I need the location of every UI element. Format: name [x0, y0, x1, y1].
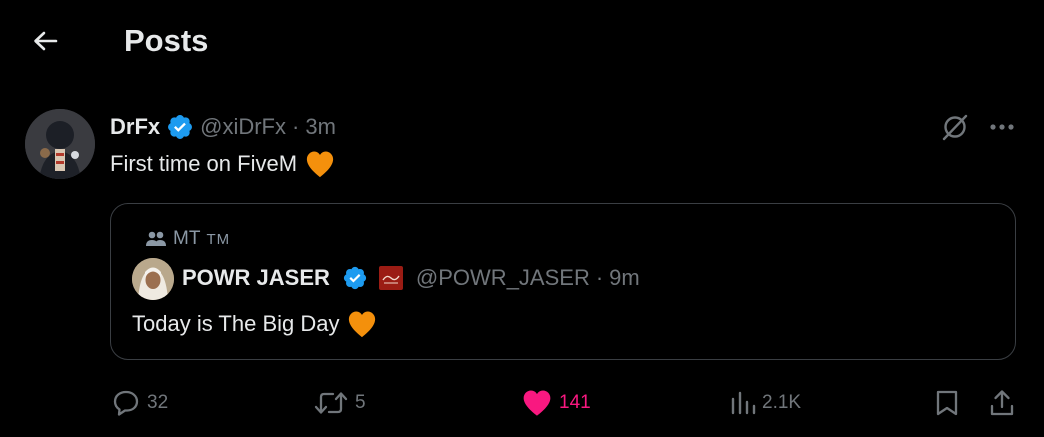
- verified-badge-icon: [168, 115, 193, 139]
- view-count: 2.1K: [762, 392, 802, 413]
- share-button[interactable]: [988, 388, 1016, 418]
- more-options-button[interactable]: [985, 113, 1019, 141]
- reply-icon: [113, 390, 139, 416]
- post-time[interactable]: 3m: [305, 114, 336, 140]
- community-icon: [146, 231, 166, 246]
- community-label[interactable]: MT TM: [145, 228, 230, 250]
- reply-button[interactable]: 32: [111, 388, 168, 418]
- like-button[interactable]: 141: [521, 388, 591, 418]
- page-title: Posts: [124, 23, 209, 58]
- heart-filled-icon: [523, 390, 551, 416]
- grok-button[interactable]: [940, 112, 970, 142]
- more-horizontal-icon: [990, 124, 1014, 130]
- back-button[interactable]: [30, 28, 60, 54]
- author-handle[interactable]: @xiDrFx: [200, 114, 286, 140]
- quoted-post-text: Today is The Big Day: [132, 311, 340, 336]
- quoted-avatar[interactable]: [132, 258, 174, 300]
- grok-icon: [942, 114, 968, 141]
- community-name: MT: [173, 228, 201, 249]
- arrow-left-icon: [34, 31, 58, 51]
- reply-count: 32: [147, 392, 169, 413]
- separator-dot: ·: [292, 114, 300, 139]
- avatar-image: [25, 109, 95, 179]
- bookmark-button[interactable]: [934, 388, 960, 418]
- quoted-avatar-image: [132, 258, 174, 300]
- bookmark-icon: [936, 390, 958, 416]
- verified-badge-icon: [343, 266, 367, 290]
- orange-heart-icon: [349, 311, 376, 338]
- orange-heart-icon: [306, 151, 334, 178]
- quoted-author-name[interactable]: POWR JASER: [182, 265, 330, 291]
- post-text: First time on FiveM: [110, 151, 298, 176]
- author-name[interactable]: DrFx: [110, 114, 160, 140]
- analytics-icon: [731, 391, 756, 415]
- community-suffix: TM: [206, 230, 231, 248]
- quoted-post-time[interactable]: 9m: [609, 265, 640, 291]
- quoted-author-handle[interactable]: @POWR_JASER: [416, 265, 590, 291]
- repost-icon: [314, 392, 348, 414]
- affiliate-badge-icon: [378, 266, 403, 290]
- avatar[interactable]: [25, 109, 95, 179]
- repost-button[interactable]: 5: [313, 388, 366, 418]
- share-icon: [990, 390, 1014, 416]
- repost-count: 5: [355, 392, 366, 413]
- views-button[interactable]: 2.1K: [730, 388, 801, 418]
- separator-dot: ·: [595, 265, 604, 290]
- like-count: 141: [559, 392, 591, 413]
